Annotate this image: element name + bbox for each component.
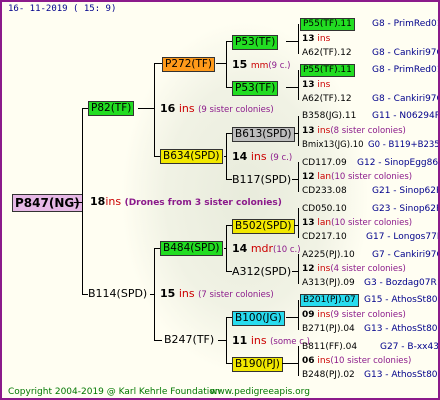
ancestor-bottom-origin: G21 - Sinop62R: [372, 186, 440, 196]
connector: [294, 225, 299, 226]
ancestor-top-origin: G23 - Sinop62R: [372, 204, 440, 214]
site-link[interactable]: www.pedigreeapis.org: [210, 388, 310, 397]
connector: [138, 108, 155, 109]
ancestor-top-origin: G7 - Cankiri97Q: [372, 250, 440, 260]
ancestor-top-origin: G12 - SinopEgg86R: [357, 158, 440, 168]
connector: [226, 41, 227, 87]
connector: [298, 70, 299, 100]
connector: [224, 156, 227, 157]
ancestor-top[interactable]: CD050.10: [302, 205, 347, 214]
ancestor-top[interactable]: B201(PJ).07: [300, 294, 359, 307]
ancestor-bottom-origin: G0 - B119+B235+B: [368, 140, 440, 150]
connector: [150, 294, 155, 295]
ancestor-bottom[interactable]: B271(PJ).04: [302, 325, 355, 334]
root-drone-info: 18ins (Drones from 3 sister colonies): [90, 195, 282, 208]
connector: [286, 41, 299, 42]
ancestor-top[interactable]: P55(TF).11: [300, 18, 355, 31]
connector: [224, 248, 227, 249]
g1-lower-info: 15 ins (7 sister colonies): [160, 287, 274, 300]
ancestor-top[interactable]: A225(PJ).10: [302, 251, 355, 260]
queen-p82[interactable]: P82(TF): [88, 101, 135, 116]
copyright: Copyright 2004-2019 @ Karl Kehrle Founda…: [8, 387, 221, 397]
connector: [286, 317, 299, 318]
drone-info: 12 lan(10 sister colonies): [302, 172, 413, 182]
ancestor-top[interactable]: B811(FF).04: [302, 343, 357, 352]
connector: [82, 108, 83, 294]
connector: [298, 162, 299, 192]
queen-b190[interactable]: B190(PJ): [232, 357, 283, 372]
queen-b484[interactable]: B484(SPD): [160, 241, 223, 256]
ancestor-bottom-origin: G8 - Cankiri97Q: [372, 48, 440, 58]
connector: [292, 179, 299, 180]
connector: [298, 24, 299, 54]
queen-a312[interactable]: A312(SPD): [232, 266, 291, 277]
connector: [216, 63, 227, 64]
ancestor-bottom[interactable]: A62(TF).12: [302, 49, 352, 58]
drone-info: 13 ins: [302, 80, 331, 90]
connector: [298, 116, 299, 146]
connector: [292, 271, 299, 272]
queen-b100[interactable]: B100(JG): [232, 311, 285, 326]
queen-p53-b[interactable]: P53(TF): [232, 81, 279, 96]
connector: [298, 346, 299, 376]
connector: [154, 63, 155, 156]
connector: [154, 340, 162, 341]
ancestor-bottom[interactable]: A313(PJ).09: [302, 279, 355, 288]
connector: [298, 300, 299, 330]
queen-p272[interactable]: P272(TF): [162, 57, 216, 72]
g2-b-info: 14 ins (9 c.): [232, 150, 293, 163]
g1-upper-info: 16 ins (9 sister colonies): [160, 102, 274, 115]
drone-info: 12 ins(4 sister colonies): [302, 264, 406, 274]
ancestor-bottom-origin: G17 - Longos77R: [366, 232, 440, 242]
connector: [282, 363, 299, 364]
queen-b117[interactable]: B117(SPD): [232, 174, 291, 185]
drone-info: 13 ins: [302, 34, 331, 44]
ancestor-top-origin: G15 - AthosSt80R: [364, 295, 440, 305]
ancestor-bottom[interactable]: CD217.10: [302, 233, 347, 242]
ancestor-top[interactable]: P55(TF).11: [300, 64, 355, 77]
ancestor-top[interactable]: CD117.09: [302, 159, 347, 168]
ancestor-bottom[interactable]: A62(TF).12: [302, 95, 352, 104]
ancestor-bottom-origin: G8 - Cankiri97Q: [372, 94, 440, 104]
g2-a-info: 15 mm(9 c.): [232, 58, 291, 71]
ancestor-top-origin: G8 - PrimRed01: [372, 65, 440, 75]
queen-b634[interactable]: B634(SPD): [160, 149, 223, 164]
queen-b502[interactable]: B502(SPD): [232, 219, 295, 234]
ancestor-bottom-origin: G3 - Bozdag07R: [364, 278, 437, 288]
ancestor-bottom[interactable]: B248(PJ).02: [302, 371, 355, 380]
ancestor-bottom[interactable]: Bmix13(JG).10: [302, 141, 364, 150]
g2-c-info: 14 mdr(10 c.): [232, 242, 301, 255]
drone-info: 09 ins(9 sister colonies): [302, 310, 406, 320]
drone-info: 13 ins(8 sister colonies): [302, 126, 406, 136]
connector: [74, 202, 83, 203]
ancestor-top[interactable]: B358(JG).11: [302, 112, 356, 121]
connector: [154, 63, 162, 64]
ancestor-bottom-origin: G13 - AthosSt80R: [364, 370, 440, 380]
queen-b114[interactable]: B114(SPD): [88, 288, 147, 299]
ancestor-top-origin: G8 - PrimRed01: [372, 19, 440, 29]
date-stamp: 16- 11-2019 ( 15: 9): [8, 4, 117, 14]
ancestor-top-origin: G11 - N06294R: [372, 111, 440, 121]
connector: [218, 340, 227, 341]
pedigree-frame: 16- 11-2019 ( 15: 9) P847(NG) 18ins (Dro…: [0, 0, 440, 400]
queen-b247[interactable]: B247(TF): [164, 334, 214, 345]
queen-p53-a[interactable]: P53(TF): [232, 35, 279, 50]
drone-info: 13 lan(10 sister colonies): [302, 218, 413, 228]
connector: [294, 133, 299, 134]
root-queen[interactable]: P847(NG): [12, 194, 83, 212]
queen-b613[interactable]: B613(SPD): [232, 127, 295, 142]
connector: [298, 254, 299, 284]
connector: [298, 208, 299, 238]
connector: [286, 87, 299, 88]
ancestor-bottom[interactable]: CD233.08: [302, 187, 347, 196]
ancestor-top-origin: G27 - B-xx43: [380, 342, 439, 352]
ancestor-bottom-origin: G13 - AthosSt80R: [364, 324, 440, 334]
g2-d-info: 11 ins (some c.): [232, 334, 310, 347]
drone-info: 06 ins(10 sister colonies): [302, 356, 412, 366]
